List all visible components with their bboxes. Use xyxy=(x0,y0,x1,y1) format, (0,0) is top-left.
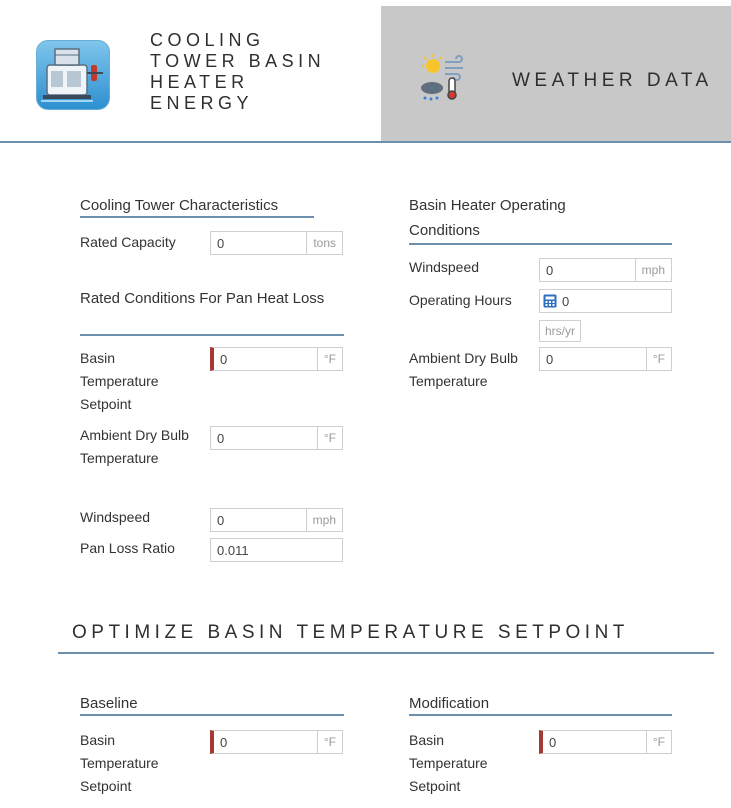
app-title-line: HEATER xyxy=(150,72,249,92)
rated-capacity-value: 0 xyxy=(217,235,225,251)
basin-temperature-setpoint-input[interactable]: 0 °F xyxy=(210,347,343,371)
calculator-icon[interactable] xyxy=(540,290,560,312)
cooling-tower-section-title: Cooling Tower Characteristics xyxy=(80,197,279,214)
basin-temperature-value: 0 xyxy=(220,351,228,367)
windspeed-label: Windspeed xyxy=(409,259,480,275)
app-title-line: COOLING xyxy=(150,30,265,50)
unit-label: °F xyxy=(316,427,342,449)
rated-capacity-input[interactable]: 0 tons xyxy=(210,231,343,255)
section-divider xyxy=(409,714,672,716)
app-tab[interactable]: COOLING TOWER BASIN HEATER ENERGY xyxy=(0,0,381,142)
modification-basin-temperature-value: 0 xyxy=(549,734,557,750)
app-title: COOLING TOWER BASIN HEATER ENERGY xyxy=(150,30,325,114)
basin-temperature-setpoint-label: Basin Temperature Setpoint xyxy=(80,350,159,412)
pan-loss-ratio-input[interactable]: 0.011 xyxy=(210,538,343,562)
windspeed-value: 0 xyxy=(217,512,225,528)
modification-basin-temperature-label: Basin Temperature Setpoint xyxy=(409,732,488,794)
pan-loss-ratio-value: 0.011 xyxy=(217,542,249,558)
weather-data-label: WEATHER DATA xyxy=(512,70,713,91)
unit-label: mph xyxy=(305,509,342,531)
app-title-line: TOWER BASIN xyxy=(150,51,326,71)
operating-ambient-dry-bulb-input[interactable]: 0 °F xyxy=(539,347,672,371)
section-divider xyxy=(80,714,344,716)
pan-heat-loss-section-title: Rated Conditions For Pan Heat Loss xyxy=(80,290,325,307)
baseline-basin-temperature-input[interactable]: 0 °F xyxy=(210,730,343,754)
windspeed-label: Windspeed xyxy=(80,509,151,525)
ambient-dry-bulb-label: Ambient Dry Bulb Temperature xyxy=(409,350,518,389)
baseline-basin-temperature-label: Basin Temperature Setpoint xyxy=(80,732,159,794)
section-divider xyxy=(58,652,714,654)
ambient-dry-bulb-value: 0 xyxy=(217,430,225,446)
ambient-dry-bulb-value: 0 xyxy=(546,351,554,367)
section-divider xyxy=(80,216,314,218)
modification-basin-temperature-input[interactable]: 0 °F xyxy=(539,730,672,754)
rated-capacity-label: Rated Capacity xyxy=(80,234,176,250)
unit-label: tons xyxy=(306,232,342,254)
windspeed-input[interactable]: 0 mph xyxy=(210,508,343,532)
unit-label: °F xyxy=(645,731,671,753)
optimize-section-title: OPTIMIZE BASIN TEMPERATURE SETPOINT xyxy=(72,622,629,643)
operating-hours-label: Operating Hours xyxy=(409,292,512,308)
windspeed-value: 0 xyxy=(546,262,554,278)
ambient-dry-bulb-label: Ambient Dry Bulb Temperature xyxy=(80,427,189,466)
unit-label: °F xyxy=(316,731,342,753)
pan-loss-ratio-label: Pan Loss Ratio xyxy=(80,540,175,556)
ambient-dry-bulb-input[interactable]: 0 °F xyxy=(210,426,343,450)
weather-icon xyxy=(417,52,469,102)
operating-conditions-section-title: Basin Heater Operating Conditions xyxy=(409,197,566,239)
operating-windspeed-input[interactable]: 0 mph xyxy=(539,258,672,282)
operating-hours-input[interactable]: 0 xyxy=(539,289,672,313)
app-title-line: ENERGY xyxy=(150,93,254,113)
unit-label: °F xyxy=(645,348,671,370)
unit-label: hrs/yr xyxy=(539,320,581,342)
modification-title: Modification xyxy=(409,695,490,712)
section-divider xyxy=(409,243,672,245)
header-divider xyxy=(0,141,731,143)
unit-label: mph xyxy=(634,259,671,281)
section-divider xyxy=(80,334,344,336)
operating-hours-value: 0 xyxy=(562,293,570,309)
cooling-tower-icon xyxy=(36,40,110,110)
baseline-title: Baseline xyxy=(80,695,138,712)
unit-label: °F xyxy=(316,348,342,370)
baseline-basin-temperature-value: 0 xyxy=(220,734,228,750)
